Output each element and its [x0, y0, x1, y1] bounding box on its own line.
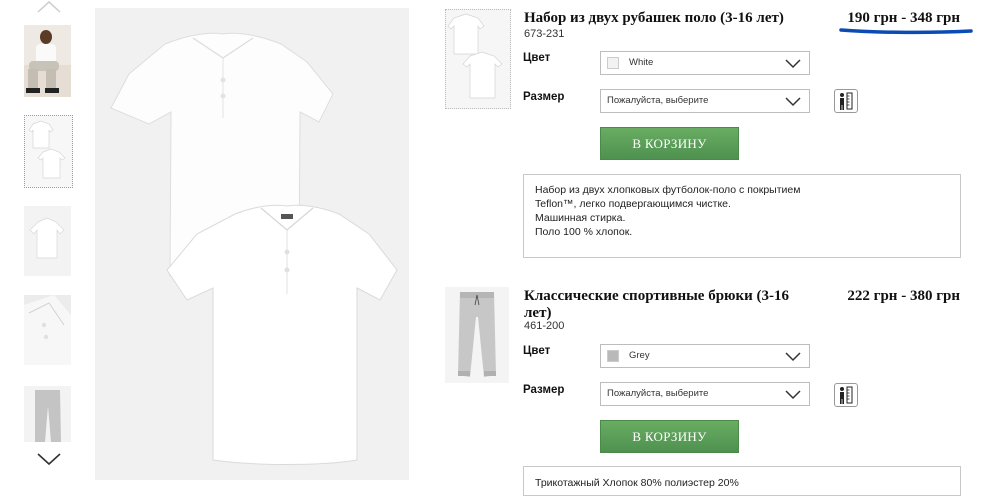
add-to-cart-button[interactable]: В КОРЗИНУ — [600, 420, 739, 453]
product-title-line: лет) — [524, 305, 552, 321]
description-line: Машинная стирка. — [535, 212, 626, 224]
size-select[interactable]: Пожалуйста, выберите — [600, 382, 810, 406]
thumbnail-two-polos[interactable] — [24, 115, 73, 188]
color-select-value: Grey — [629, 350, 650, 361]
color-select[interactable]: Grey — [600, 344, 810, 368]
product-thumbnail-joggers[interactable] — [445, 287, 509, 383]
size-guide-icon[interactable] — [834, 89, 858, 113]
chevron-down-icon — [785, 97, 801, 107]
product-thumbnail-polos[interactable] — [445, 9, 511, 109]
size-guide-icon[interactable] — [834, 383, 858, 407]
main-product-image — [95, 8, 409, 480]
product-price: 222 грн - 380 грн — [847, 288, 960, 304]
product-description: Набор из двух хлопковых футболок-поло с … — [523, 174, 961, 258]
color-select[interactable]: White — [600, 51, 810, 75]
product-code: 461-200 — [524, 320, 565, 332]
description-line: Трикотажный Хлопок 80% полиэстер 20% — [535, 477, 739, 489]
add-to-cart-button[interactable]: В КОРЗИНУ — [600, 127, 739, 160]
description-line: Поло 100 % хлопок. — [535, 226, 633, 238]
thumbnail-grey-joggers[interactable] — [24, 386, 71, 442]
color-swatch — [607, 57, 619, 69]
price-underline-mark — [839, 28, 973, 35]
product-code: 673-231 — [524, 28, 565, 40]
description-line: Набор из двух хлопковых футболок-поло с … — [535, 184, 801, 196]
chevron-down-icon — [785, 390, 801, 400]
size-label: Размер — [523, 91, 565, 103]
scroll-down-icon[interactable] — [36, 452, 62, 466]
product-title[interactable]: Набор из двух рубашек поло (3-16 лет) — [524, 10, 784, 27]
color-label: Цвет — [523, 345, 551, 357]
size-select-value: Пожалуйста, выберите — [607, 95, 709, 106]
chevron-down-icon — [785, 59, 801, 69]
color-select-value: White — [629, 57, 654, 68]
thumbnail-single-polo[interactable] — [24, 206, 71, 276]
thumbnail-polo-detail[interactable] — [24, 295, 71, 365]
size-label: Размер — [523, 384, 565, 396]
product-title[interactable]: Классические спортивные брюки (3-16 лет) — [524, 288, 824, 322]
color-swatch — [607, 350, 619, 362]
size-select[interactable]: Пожалуйста, выберите — [600, 89, 810, 113]
description-line: Teflon™, легко подвергающимся чистке. — [535, 198, 731, 210]
thumbnail-boy-in-polo[interactable] — [24, 25, 71, 97]
color-label: Цвет — [523, 52, 551, 64]
size-select-value: Пожалуйста, выберите — [607, 388, 709, 399]
product-title-line: Классические спортивные брюки (3-16 — [524, 288, 790, 304]
scroll-up-icon[interactable] — [36, 0, 62, 14]
product-description: Трикотажный Хлопок 80% полиэстер 20% — [523, 466, 961, 496]
chevron-down-icon — [785, 352, 801, 362]
product-price: 190 грн - 348 грн — [847, 10, 960, 26]
